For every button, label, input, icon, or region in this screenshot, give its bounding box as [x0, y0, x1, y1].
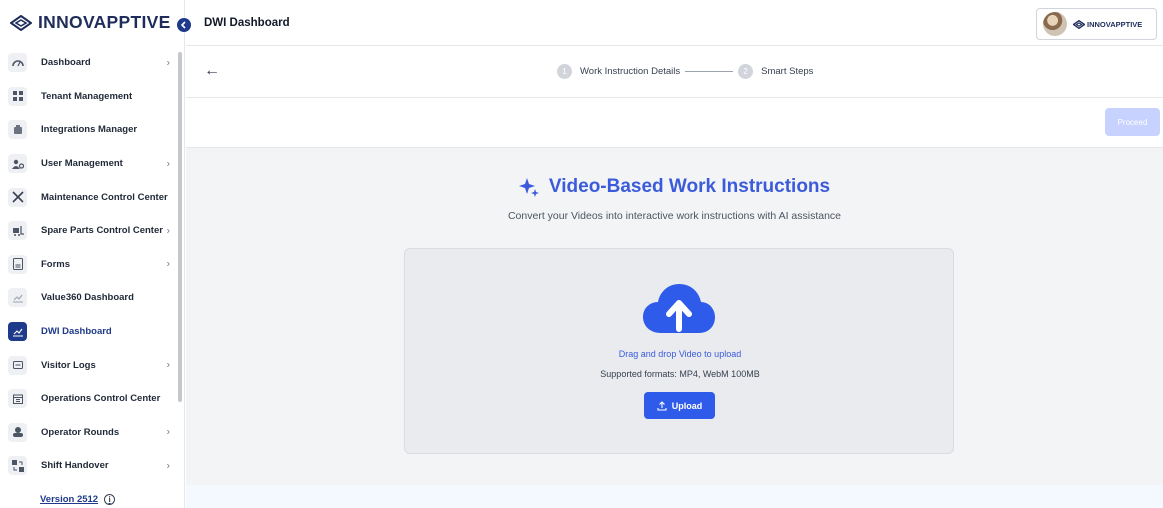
version-link[interactable]: Version 2512 i — [40, 494, 116, 505]
cloud-upload-icon — [643, 284, 715, 333]
upload-button[interactable]: Upload — [644, 392, 715, 419]
hero-subtitle: Convert your Videos into interactive wor… — [507, 210, 842, 222]
sidebar-item-operator-rounds[interactable]: Operator Rounds › — [0, 416, 176, 450]
grid-icon — [8, 86, 27, 106]
sidebar-item-user-management[interactable]: User Management › — [0, 147, 176, 181]
avatar[interactable] — [1043, 12, 1067, 36]
sparkles-icon — [518, 178, 539, 197]
sidebar-collapse-button[interactable] — [177, 18, 191, 32]
sidebar-nav: Dashboard › Tenant Management Integratio… — [0, 46, 176, 483]
sidebar-item-label: Integrations Manager — [41, 124, 138, 136]
users-gear-icon — [8, 154, 27, 174]
sidebar-item-label: Maintenance Control Center — [41, 191, 168, 203]
sidebar-item-visitor-logs[interactable]: Visitor Logs › — [0, 348, 176, 382]
tenant-brand-name: INNOVAPPTIVE — [1087, 19, 1143, 29]
proceed-button[interactable]: Proceed — [1105, 108, 1160, 136]
form-icon — [8, 254, 27, 274]
sidebar-item-tenant-management[interactable]: Tenant Management — [0, 80, 176, 114]
log-icon — [8, 355, 27, 375]
sidebar-item-label: Value360 Dashboard — [41, 292, 134, 304]
calendar-icon — [8, 389, 27, 409]
sidebar-item-label: DWI Dashboard — [41, 326, 112, 338]
sidebar-item-label: Operations Control Center — [41, 393, 161, 405]
innovapptive-logo-icon — [1073, 19, 1085, 29]
upload-icon — [657, 400, 667, 411]
video-dropzone[interactable]: Drag and drop Video to upload Supported … — [404, 248, 954, 454]
chevron-right-icon: › — [166, 225, 170, 237]
sidebar-item-label: Dashboard — [41, 57, 91, 69]
sidebar-scrollbar[interactable] — [178, 52, 182, 402]
dropzone-formats: Supported formats: MP4, WebM 100MB — [600, 369, 760, 379]
info-icon[interactable]: i — [104, 494, 116, 505]
sidebar-item-spare-parts-control-center[interactable]: Spare Parts Control Center › — [0, 214, 176, 248]
chevron-right-icon: › — [166, 359, 170, 371]
page-title: DWI Dashboard — [204, 17, 290, 29]
back-arrow-icon[interactable]: ← — [204, 62, 220, 80]
sidebar-item-label: Tenant Management — [41, 90, 133, 102]
step-connector — [685, 71, 734, 72]
integration-icon — [8, 120, 27, 140]
sidebar-item-label: Operator Rounds — [41, 426, 120, 438]
sidebar-item-operations-control-center[interactable]: Operations Control Center — [0, 382, 176, 416]
chevron-right-icon: › — [166, 460, 170, 472]
sidebar-item-value360-dashboard[interactable]: Value360 Dashboard — [0, 281, 176, 315]
brand-logo[interactable]: INNOVAPPTIVE — [0, 0, 184, 45]
brand-name: INNOVAPPTIVE — [38, 12, 171, 32]
stepper-row: ← 1 Work Instruction Details 2 Smart Ste… — [186, 46, 1163, 98]
tools-icon — [8, 187, 27, 207]
chart-icon — [8, 322, 27, 342]
chevron-right-icon: › — [166, 258, 170, 270]
sidebar-item-label: Shift Handover — [41, 460, 109, 472]
sidebar-item-forms[interactable]: Forms › — [0, 248, 176, 282]
chevron-right-icon: › — [166, 426, 170, 438]
step-number: 1 — [557, 64, 572, 79]
version-label: Version 2512 — [40, 494, 99, 505]
step-number: 2 — [738, 64, 754, 79]
innovapptive-logo-icon — [10, 14, 32, 31]
stepper: 1 Work Instruction Details 2 Smart Steps — [557, 64, 813, 79]
step-label[interactable]: Work Instruction Details — [580, 66, 680, 77]
top-bar: DWI Dashboard INNOVAPPTIVE — [186, 0, 1163, 46]
sidebar-item-shift-handover[interactable]: Shift Handover › — [0, 449, 176, 483]
hero-title: Video-Based Work Instructions — [186, 176, 1163, 198]
sidebar: INNOVAPPTIVE Dashboard › Tenant Manageme… — [0, 0, 185, 508]
content-footer-strip — [186, 485, 1163, 508]
sidebar-item-dashboard[interactable]: Dashboard › — [0, 46, 176, 80]
handover-icon — [8, 456, 27, 476]
sidebar-item-label: Spare Parts Control Center — [41, 225, 163, 237]
rounds-icon — [8, 422, 27, 442]
upload-button-label: Upload — [671, 400, 703, 411]
speedometer-icon — [8, 53, 27, 73]
chevron-right-icon: › — [166, 158, 170, 170]
hero-title-text: Video-Based Work Instructions — [548, 176, 831, 197]
main-content: Video-Based Work Instructions Convert yo… — [186, 148, 1163, 485]
chevron-right-icon: › — [166, 57, 170, 69]
forklift-icon — [8, 221, 27, 241]
sidebar-item-label: Visitor Logs — [41, 359, 96, 371]
sidebar-item-maintenance-control-center[interactable]: Maintenance Control Center — [0, 180, 176, 214]
dropzone-instruction: Drag and drop Video to upload — [618, 349, 742, 359]
step-label[interactable]: Smart Steps — [761, 66, 813, 77]
chevron-left-icon — [180, 21, 186, 29]
sidebar-item-dwi-dashboard[interactable]: DWI Dashboard — [0, 315, 176, 349]
user-profile-chip[interactable]: INNOVAPPTIVE — [1036, 8, 1157, 40]
tenant-brand: INNOVAPPTIVE — [1073, 19, 1143, 29]
sidebar-item-label: User Management — [41, 158, 123, 170]
sidebar-item-integrations-manager[interactable]: Integrations Manager — [0, 113, 176, 147]
action-row: Proceed — [186, 98, 1163, 148]
chart-icon — [8, 288, 27, 308]
sidebar-item-label: Forms — [41, 258, 71, 270]
